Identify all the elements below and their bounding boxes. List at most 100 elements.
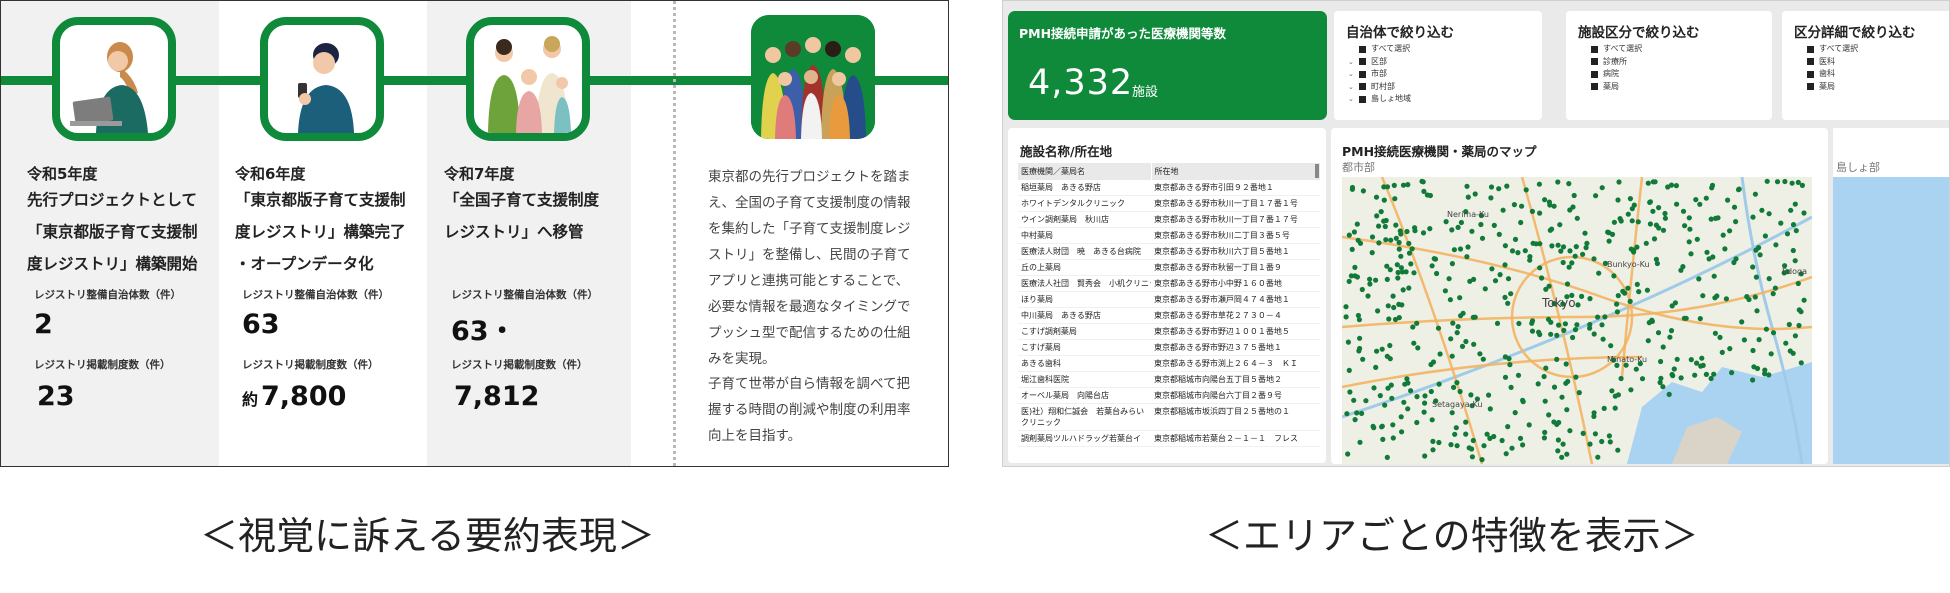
facility-marker	[1465, 194, 1471, 200]
facility-marker	[1560, 259, 1566, 266]
table-row[interactable]: ホワイトデンタルクリニック 東京都あきる野市秋川一丁目１７番１号	[1018, 195, 1320, 212]
facility-marker	[1415, 345, 1421, 351]
facility-marker	[1599, 185, 1605, 191]
expand-chevron-icon[interactable]: ⌄	[1348, 93, 1359, 106]
facility-marker	[1392, 196, 1398, 202]
facility-marker	[1596, 270, 1602, 276]
facility-marker	[1502, 243, 1508, 249]
municipality-count-value: 63・	[451, 316, 516, 347]
facility-marker	[1437, 351, 1443, 357]
facility-marker	[1449, 227, 1455, 233]
facility-marker	[1725, 197, 1731, 203]
facility-marker	[1374, 213, 1380, 219]
checkbox[interactable]	[1807, 45, 1814, 53]
facility-marker	[1515, 372, 1522, 378]
facility-marker	[1357, 439, 1363, 445]
table-row[interactable]: 調剤薬局ツルハドラッグ若葉台イ 東京都稲城市若葉台２－１－１ フレス	[1018, 430, 1320, 447]
table-row[interactable]: こすげ調剤薬局 東京都あきる野市野辺１００１番地５	[1018, 323, 1320, 340]
table-row[interactable]: 中村薬局 東京都あきる野市秋川二丁目３番５号	[1018, 227, 1320, 244]
facility-map[interactable]: Nerima-Ku Bunkyo-Ku Tokyo Minato-Ku Setagaya…	[1342, 177, 1812, 464]
filter-option[interactable]: 薬局	[1807, 81, 1858, 94]
facility-marker	[1686, 239, 1692, 245]
facility-marker	[1628, 246, 1634, 252]
table-row[interactable]: 医)社）翔和仁誠会 若葉台みらいクリニック 東京都稲城市坂浜四丁目２５番地の１	[1018, 403, 1320, 431]
facility-marker	[1499, 437, 1505, 444]
facility-marker	[1452, 431, 1458, 437]
facility-marker	[1497, 272, 1503, 278]
facility-marker	[1436, 439, 1442, 446]
checkbox[interactable]	[1807, 70, 1814, 78]
category-detail-filter[interactable]: 区分詳細で絞り込む すべて選択 医科 歯科 薬局	[1782, 11, 1949, 120]
filter-option[interactable]: ⌄ 市部	[1348, 68, 1411, 81]
facility-marker	[1398, 231, 1404, 237]
checkbox[interactable]	[1591, 58, 1598, 66]
checkbox[interactable]	[1359, 45, 1366, 53]
table-row[interactable]: こすげ薬局 東京都あきる野市野辺３７５番地１	[1018, 339, 1320, 356]
facility-marker	[1548, 331, 1554, 337]
island-map[interactable]	[1833, 177, 1949, 464]
filter-option[interactable]: すべて選択	[1807, 43, 1858, 56]
table-row[interactable]: あきる歯科 東京都あきる野市渕上２６４－３ ＫＩ	[1018, 355, 1320, 372]
facility-marker	[1752, 294, 1758, 300]
facility-marker	[1382, 223, 1388, 230]
filter-option[interactable]: ⌄ 区部	[1348, 56, 1411, 69]
table-row[interactable]: 丘の上薬局 東京都あきる野市秋留一丁目１番９	[1018, 259, 1320, 276]
facility-marker	[1625, 285, 1631, 291]
filter-option[interactable]: 歯科	[1807, 68, 1858, 81]
list-scrollbar[interactable]	[1315, 164, 1319, 178]
filter-option[interactable]: ⌄ 町村部	[1348, 81, 1411, 94]
table-row[interactable]: オーベル薬局 向陽台店 東京都稲城市向陽台六丁目２番９号	[1018, 387, 1320, 404]
facility-marker	[1634, 281, 1640, 287]
expand-chevron-icon[interactable]: ⌄	[1348, 81, 1359, 94]
checkbox[interactable]	[1359, 58, 1366, 66]
filter-option[interactable]: すべて選択	[1591, 43, 1642, 56]
facility-marker	[1471, 341, 1477, 347]
table-row[interactable]: ほり薬局 東京都あきる野市瀬戸岡４７４番地１	[1018, 291, 1320, 308]
expand-chevron-icon[interactable]: ⌄	[1348, 56, 1359, 69]
filter-option[interactable]: 薬局	[1591, 81, 1642, 94]
checkbox[interactable]	[1591, 45, 1598, 53]
facility-marker	[1496, 186, 1502, 192]
facility-map-card: PMH接続医療機関・薬局のマップ 都市部 Nerima-Ku Bunkyo-Ku T…	[1331, 128, 1828, 464]
table-row[interactable]: 稲垣薬局 あきる野店 東京都あきる野市引田９２番地１	[1018, 180, 1320, 196]
checkbox[interactable]	[1807, 58, 1814, 66]
facility-marker	[1365, 293, 1371, 299]
facility-marker	[1773, 242, 1779, 248]
facility-marker	[1682, 223, 1688, 229]
checkbox[interactable]	[1359, 83, 1366, 91]
filter-option[interactable]: 病院	[1591, 68, 1642, 81]
facility-marker	[1385, 303, 1391, 309]
municipality-filter[interactable]: 自治体で絞り込む すべて選択 ⌄ 区部 ⌄ 市部 ⌄ 町村部 ⌄ 島しょ地域	[1334, 11, 1542, 120]
facility-marker	[1420, 179, 1426, 185]
facility-marker	[1573, 244, 1579, 250]
checkbox[interactable]	[1359, 70, 1366, 78]
facility-marker	[1409, 246, 1415, 252]
filter-option[interactable]: 医科	[1807, 56, 1858, 69]
table-row[interactable]: 堀江歯科医院 東京都稲城市向陽台五丁目５番地２	[1018, 371, 1320, 388]
facility-marker	[1523, 187, 1529, 193]
facility-marker	[1555, 448, 1561, 454]
step-year: 令和7年度	[444, 165, 515, 183]
facility-marker	[1561, 327, 1567, 333]
expand-chevron-icon[interactable]: ⌄	[1348, 68, 1359, 81]
facility-marker	[1398, 253, 1404, 259]
column-header[interactable]: 所在地	[1151, 163, 1321, 180]
facility-type-filter[interactable]: 施設区分で絞り込む すべて選択 診療所 病院 薬局	[1566, 11, 1772, 120]
checkbox[interactable]	[1591, 70, 1598, 78]
checkbox[interactable]	[1359, 95, 1366, 103]
checkbox[interactable]	[1591, 83, 1598, 91]
checkbox[interactable]	[1807, 83, 1814, 91]
filter-option[interactable]: 診療所	[1591, 56, 1642, 69]
facility-marker	[1375, 308, 1381, 314]
facility-marker	[1770, 330, 1777, 336]
facility-marker	[1396, 239, 1402, 246]
facility-marker	[1491, 433, 1497, 440]
filter-option[interactable]: すべて選択	[1348, 43, 1411, 56]
table-row[interactable]: 医療法人社団 賢秀会 小机クリニック 東京都あきる野市小中野１６０番地	[1018, 275, 1320, 292]
table-row[interactable]: ウイン調剤薬局 秋川店 東京都あきる野市秋川一丁目７番１７号	[1018, 211, 1320, 228]
municipality-count-label: レジストリ整備自治体数（件）	[34, 289, 181, 301]
column-header[interactable]: 医療機関／薬局名	[1018, 163, 1152, 180]
filter-option[interactable]: ⌄ 島しょ地域	[1348, 93, 1411, 106]
table-row[interactable]: 医療法人財団 暁 あきる台病院 東京都あきる野市秋川六丁目５番地１	[1018, 243, 1320, 260]
table-row[interactable]: 中川薬局 あきる野店 東京都あきる野市草花２７３０－４	[1018, 307, 1320, 324]
